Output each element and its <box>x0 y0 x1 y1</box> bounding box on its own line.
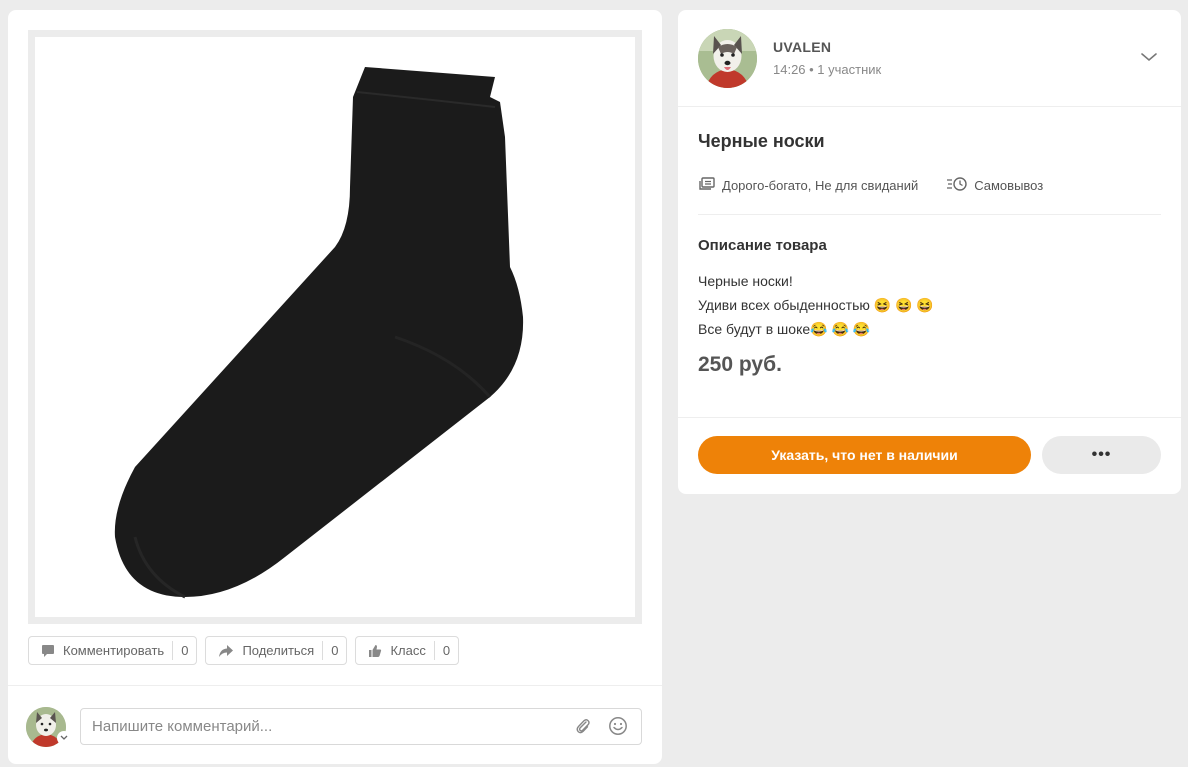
product-price: 250 руб. <box>698 353 782 376</box>
divider <box>8 685 662 686</box>
chevron-down-icon[interactable] <box>1140 50 1158 68</box>
comment-composer <box>26 706 642 747</box>
comment-button-label: Комментировать <box>63 643 165 658</box>
share-arrow-icon <box>218 644 234 658</box>
comment-count: 0 <box>172 641 196 660</box>
share-count: 0 <box>322 641 346 660</box>
description-heading: Описание товара <box>698 237 827 254</box>
product-tags-label: Дорого-богато, Не для свиданий <box>722 178 919 193</box>
description-line: Черные носки! <box>698 273 793 289</box>
product-tags-row: Дорого-богато, Не для свиданий Самовывоз <box>698 176 1043 195</box>
divider <box>698 214 1161 215</box>
description-line: Удиви всех обыденностью 😆 😆 😆 <box>698 297 934 313</box>
post-actions: Комментировать 0 Поделиться 0 Класс 0 <box>28 636 460 665</box>
author-avatar[interactable] <box>698 29 757 88</box>
like-button[interactable]: Класс 0 <box>355 636 460 665</box>
delivery-method-label: Самовывоз <box>974 178 1044 193</box>
post-media-card: Комментировать 0 Поделиться 0 Класс 0 <box>8 10 662 764</box>
comment-icon <box>41 644 55 658</box>
product-photo[interactable] <box>35 37 635 617</box>
comment-input[interactable] <box>80 708 642 745</box>
product-info-card: UVALEN 14:26 • 1 участник Черные носки Д… <box>678 10 1181 494</box>
like-count: 0 <box>433 641 458 660</box>
chevron-down-icon[interactable] <box>57 731 71 745</box>
author-name[interactable]: UVALEN <box>773 39 831 55</box>
share-button[interactable]: Поделиться 0 <box>205 636 348 665</box>
tags-stack-icon <box>698 176 716 195</box>
pickup-clock-icon <box>946 176 968 195</box>
product-title: Черные носки <box>698 131 825 151</box>
product-description: Черные носки! Удиви всех обыденностью 😆 … <box>698 269 934 341</box>
product-photo-frame[interactable] <box>28 30 642 624</box>
more-options-button[interactable]: ••• <box>1042 436 1161 474</box>
divider <box>678 106 1181 107</box>
author-meta: 14:26 • 1 участник <box>773 62 882 77</box>
paperclip-icon[interactable] <box>574 717 592 740</box>
share-button-label: Поделиться <box>242 643 315 658</box>
description-line: Все будут в шоке😂 😂 😂 <box>698 321 871 337</box>
delivery-method[interactable]: Самовывоз <box>946 176 1043 195</box>
product-tags[interactable]: Дорого-богато, Не для свиданий <box>698 176 918 195</box>
like-button-label: Класс <box>390 643 426 658</box>
divider <box>678 417 1181 418</box>
thumbs-up-icon <box>368 644 382 658</box>
mark-out-of-stock-button[interactable]: Указать, что нет в наличии <box>698 436 1031 474</box>
comment-button[interactable]: Комментировать 0 <box>28 636 198 665</box>
smile-icon[interactable] <box>608 716 628 741</box>
sock-shape <box>114 67 524 597</box>
